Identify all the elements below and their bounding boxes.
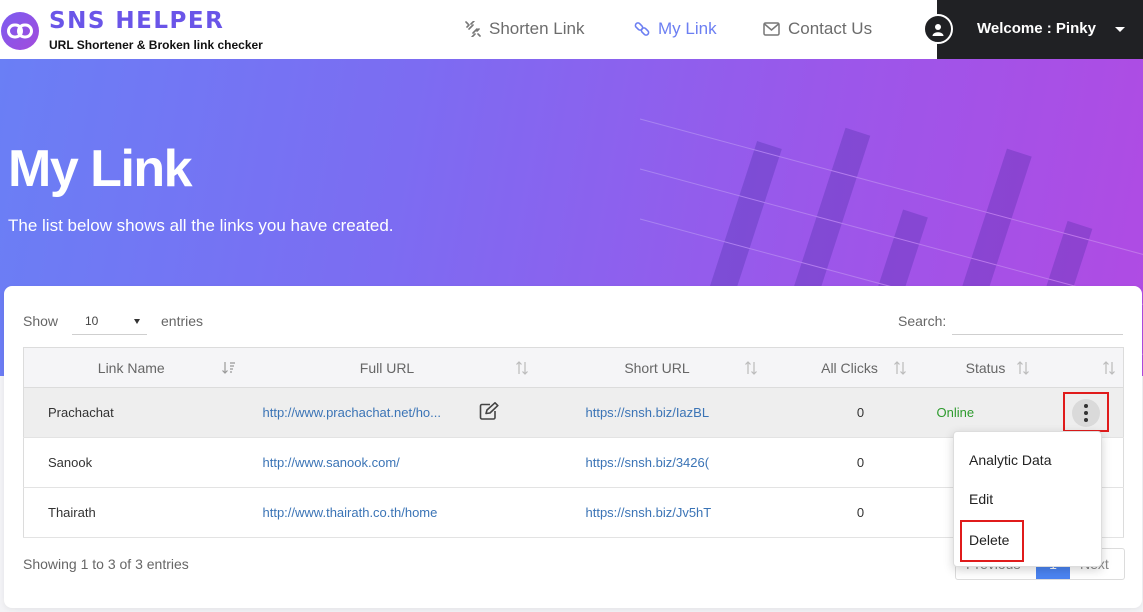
menu-item-analytic-data[interactable]: Analytic Data bbox=[969, 452, 1051, 468]
clicks-cell: 0 bbox=[778, 387, 921, 438]
sort-desc-icon bbox=[222, 362, 235, 374]
user-welcome-label: Welcome : Pinky bbox=[977, 20, 1096, 37]
nav-my-link-label: My Link bbox=[658, 19, 717, 38]
table-info: Showing 1 to 3 of 3 entries bbox=[23, 556, 189, 572]
entries-select-value: 10 bbox=[85, 314, 99, 328]
nav-shorten-link[interactable]: Shorten Link bbox=[465, 17, 584, 41]
short-url-link[interactable]: https://snsh.biz/3426( bbox=[586, 455, 710, 470]
broken-link-icon bbox=[465, 21, 481, 37]
user-menu[interactable]: Welcome : Pinky bbox=[923, 0, 1143, 59]
edit-pencil-icon[interactable] bbox=[479, 402, 499, 425]
column-header-all-clicks[interactable]: All Clicks bbox=[778, 347, 921, 388]
short-url-link[interactable]: https://snsh.biz/IazBL bbox=[586, 405, 710, 420]
full-url-link[interactable]: http://www.thairath.co.th/home bbox=[238, 487, 536, 538]
nav-contact-us-label: Contact Us bbox=[788, 19, 873, 38]
caret-down-icon bbox=[1115, 27, 1125, 32]
page-title: My Link bbox=[8, 140, 193, 198]
caret-down-icon bbox=[134, 319, 140, 324]
link-name-cell: Prachachat bbox=[23, 387, 239, 438]
column-header-label: All Clicks bbox=[821, 359, 878, 376]
status-badge: Online bbox=[936, 405, 975, 420]
row-actions-highlight bbox=[1063, 392, 1109, 432]
menu-item-delete-highlight: Delete bbox=[960, 520, 1024, 562]
column-header-label: Full URL bbox=[359, 359, 415, 376]
brand-logo-link[interactable]: SNS HELPER URL Shortener & Broken link c… bbox=[0, 6, 280, 54]
table-row[interactable]: Prachachat http://www.prachachat.net/ho.… bbox=[23, 387, 1124, 438]
short-url-cell[interactable]: https://snsh.biz/IazBL bbox=[535, 387, 779, 438]
show-label: Show bbox=[23, 313, 59, 329]
clicks-cell: 0 bbox=[778, 487, 921, 538]
short-url-cell[interactable]: https://snsh.biz/3426( bbox=[535, 437, 779, 488]
sort-icon bbox=[515, 361, 528, 375]
page-subtitle: The list below shows all the links you h… bbox=[8, 216, 394, 235]
nav-contact-us[interactable]: Contact Us bbox=[763, 17, 872, 41]
brand-logo-icon bbox=[1, 12, 39, 50]
brand-subtitle: URL Shortener & Broken link checker bbox=[49, 38, 263, 52]
entries-select[interactable]: 10 bbox=[72, 307, 147, 335]
link-name-cell: Thairath bbox=[23, 487, 239, 538]
column-header-link-name[interactable]: Link Name bbox=[23, 347, 239, 388]
menu-item-edit[interactable]: Edit bbox=[969, 491, 993, 507]
brand-title: SNS HELPER bbox=[49, 8, 225, 34]
status-cell: Online bbox=[920, 387, 1051, 438]
full-url-link[interactable]: http://www.sanook.com/ bbox=[238, 437, 536, 488]
entries-label: entries bbox=[161, 313, 204, 329]
search-label: Search: bbox=[898, 313, 947, 329]
row-actions-menu: Analytic Data Edit Delete bbox=[953, 431, 1102, 567]
more-vertical-icon[interactable] bbox=[1072, 399, 1100, 427]
clicks-cell: 0 bbox=[778, 437, 921, 488]
nav-shorten-link-label: Shorten Link bbox=[489, 19, 585, 38]
sort-icon bbox=[1016, 361, 1029, 375]
column-header-actions[interactable] bbox=[1050, 347, 1124, 388]
short-url-cell[interactable]: https://snsh.biz/Jv5hT bbox=[535, 487, 779, 538]
sort-icon bbox=[893, 361, 906, 375]
link-name-cell: Sanook bbox=[23, 437, 239, 488]
column-header-label: Short URL bbox=[624, 359, 690, 376]
search-input[interactable] bbox=[952, 307, 1123, 335]
link-icon bbox=[634, 21, 650, 37]
menu-item-delete[interactable]: Delete bbox=[969, 532, 1009, 548]
nav-my-link[interactable]: My Link bbox=[634, 17, 717, 41]
column-header-label: Link Name bbox=[97, 359, 165, 376]
sort-icon bbox=[1102, 361, 1115, 375]
top-navbar: SNS HELPER URL Shortener & Broken link c… bbox=[0, 0, 1143, 59]
column-header-short-url[interactable]: Short URL bbox=[535, 347, 779, 388]
full-url-text[interactable]: http://www.thairath.co.th/home bbox=[263, 505, 438, 520]
column-header-full-url[interactable]: Full URL bbox=[238, 347, 536, 388]
envelope-icon bbox=[763, 22, 780, 36]
table-header-row: Link Name Full URL Short URL All Clicks … bbox=[23, 347, 1124, 388]
short-url-link[interactable]: https://snsh.biz/Jv5hT bbox=[586, 505, 712, 520]
sort-icon bbox=[744, 361, 757, 375]
user-icon bbox=[923, 14, 953, 44]
full-url-text[interactable]: http://www.sanook.com/ bbox=[263, 455, 400, 470]
column-header-status[interactable]: Status bbox=[920, 347, 1051, 388]
column-header-label: Status bbox=[965, 359, 1006, 376]
full-url-text[interactable]: http://www.prachachat.net/ho... bbox=[263, 405, 442, 420]
